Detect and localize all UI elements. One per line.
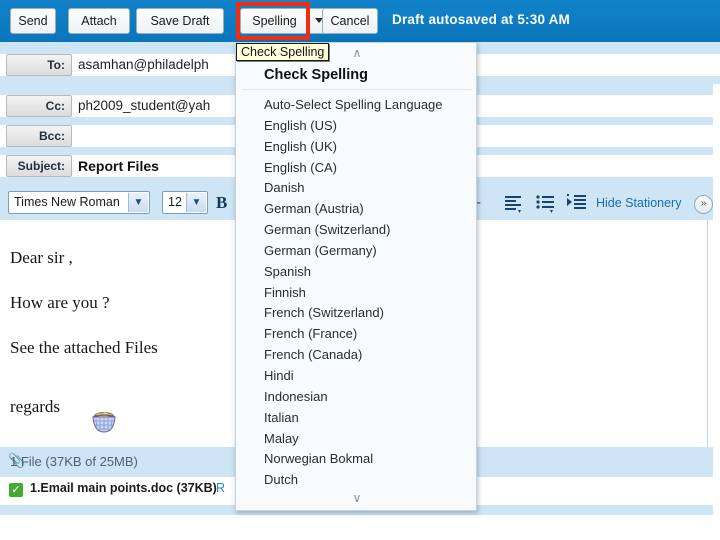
chevron-down-icon[interactable]: ▼ [186, 193, 206, 212]
menu-item-language[interactable]: Finnish [236, 283, 476, 304]
chevron-down-icon[interactable]: ▼ [128, 193, 148, 212]
compose-right-edge [713, 84, 720, 515]
spelling-language-menu[interactable]: ∧ Check Spelling Auto-Select Spelling La… [235, 42, 477, 511]
font-size-value: 12 [168, 195, 182, 209]
autosave-status: Draft autosaved at 5:30 AM [392, 12, 570, 27]
font-family-select[interactable]: Times New Roman ▼ [8, 191, 150, 214]
basket-emoticon [92, 412, 116, 433]
bold-button[interactable]: B [216, 193, 227, 213]
attachment-remove-link[interactable]: R [216, 481, 225, 495]
attachment-file-name[interactable]: 1.Email main points.doc (37KB) [30, 481, 217, 495]
menu-item-language[interactable]: Danish [236, 178, 476, 199]
save-draft-button[interactable]: Save Draft [136, 8, 224, 34]
menu-item-language[interactable]: German (Austria) [236, 199, 476, 220]
menu-item-language[interactable]: Spanish [236, 262, 476, 283]
menu-item-language[interactable]: French (Canada) [236, 345, 476, 366]
menu-item-language[interactable]: German (Switzerland) [236, 220, 476, 241]
subject-label[interactable]: Subject: [6, 155, 72, 177]
spelling-tooltip: Check Spelling [236, 43, 330, 61]
menu-item-language[interactable]: French (Switzerland) [236, 303, 476, 324]
body-line: How are you ? [10, 293, 110, 312]
menu-item-language[interactable]: English (UK) [236, 137, 476, 158]
menu-item-language[interactable]: French (France) [236, 324, 476, 345]
bulleted-list-icon[interactable] [535, 192, 557, 214]
to-label[interactable]: To: [6, 54, 72, 76]
double-chevron-right-icon[interactable]: » [694, 195, 713, 214]
attachment-summary-text: 1 File (37KB of 25MB) [10, 454, 138, 469]
menu-item-language[interactable]: German (Germany) [236, 241, 476, 262]
menu-item-language[interactable]: Dutch [236, 470, 476, 491]
increase-indent-icon[interactable] [566, 192, 588, 214]
menu-item-list: Auto-Select Spelling Language English (US… [236, 95, 476, 491]
menu-item-language[interactable]: Malay [236, 429, 476, 450]
menu-item-language[interactable]: Norwegian Bokmal [236, 449, 476, 470]
font-family-value: Times New Roman [14, 195, 120, 209]
bcc-label[interactable]: Bcc: [6, 125, 72, 147]
body-line: regards [10, 397, 61, 416]
align-left-icon[interactable] [503, 192, 525, 214]
chevron-down-icon[interactable]: ∨ [236, 490, 476, 506]
menu-item-language[interactable]: English (CA) [236, 158, 476, 179]
menu-item-language[interactable]: Auto-Select Spelling Language [236, 95, 476, 116]
attach-button[interactable]: Attach [68, 8, 130, 34]
menu-header-check-spelling[interactable]: Check Spelling [236, 63, 476, 87]
font-size-select[interactable]: 12 ▼ [162, 191, 208, 214]
send-button[interactable]: Send [10, 8, 56, 34]
compose-email-window: Send Attach Save Draft Spelling Cancel D… [0, 0, 720, 540]
cancel-button[interactable]: Cancel [322, 8, 378, 34]
body-line: Dear sir , [10, 248, 73, 267]
cc-label[interactable]: Cc: [6, 95, 72, 117]
green-check-icon: ✓ [9, 483, 23, 497]
hide-stationery-button[interactable]: Hide Stationery [596, 196, 681, 210]
spelling-button[interactable]: Spelling [240, 8, 308, 34]
body-right-divider [707, 220, 708, 452]
menu-item-language[interactable]: Indonesian [236, 387, 476, 408]
menu-separator [242, 89, 472, 90]
compose-action-toolbar: Send Attach Save Draft Spelling Cancel D… [0, 0, 720, 42]
menu-item-language[interactable]: English (US) [236, 116, 476, 137]
body-line: See the attached Files [10, 338, 158, 357]
menu-item-language[interactable]: Italian [236, 408, 476, 429]
menu-item-language[interactable]: Hindi [236, 366, 476, 387]
